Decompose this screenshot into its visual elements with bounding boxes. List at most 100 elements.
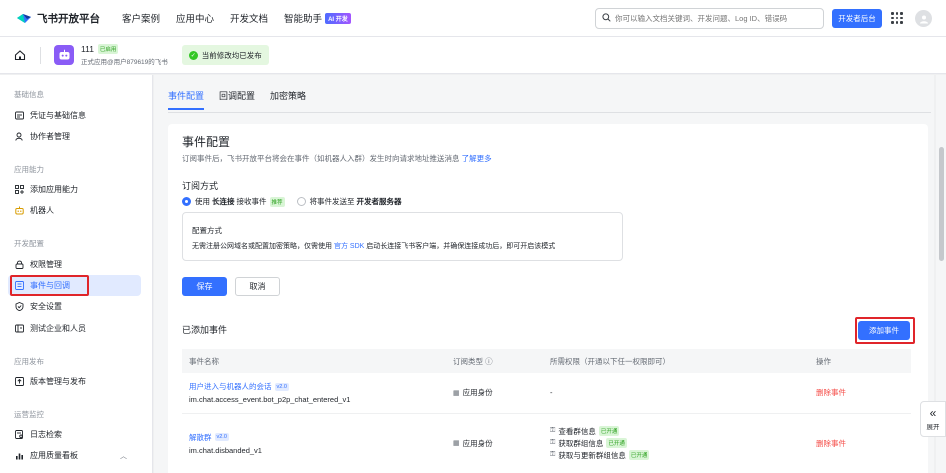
permission-label: 查看群信息 bbox=[558, 426, 596, 436]
tabs-divider bbox=[168, 112, 931, 113]
tab-bar: 事件配置 回调配置 加密策略 bbox=[168, 89, 321, 110]
sidebar-item-label: 凭证与基础信息 bbox=[30, 111, 86, 120]
search-icon bbox=[602, 13, 611, 24]
app-grid-icon[interactable] bbox=[891, 12, 903, 24]
sidebar-item-label: 机器人 bbox=[30, 206, 54, 215]
learn-more-link[interactable]: 了解更多 bbox=[462, 154, 492, 163]
sidebar-item-label: 应用质量看板 bbox=[30, 451, 78, 460]
perm-cell: ⚿ 查看群信息 已开通 ⚿ 获取群组信息 已开通 ⚿ 获取与更新群组信息 已开通 bbox=[543, 413, 809, 473]
robot-icon bbox=[15, 206, 24, 215]
sidebar-group-publish: 应用发布 bbox=[14, 357, 44, 366]
permission-label: 获取群组信息 bbox=[558, 438, 604, 448]
divider bbox=[40, 46, 41, 64]
sidebar-group-capability: 应用能力 bbox=[14, 165, 44, 174]
tab-callback-config[interactable]: 回调配置 bbox=[219, 89, 255, 110]
sidebar-item-quality-board[interactable]: 应用质量看板 ︿ bbox=[8, 445, 141, 466]
radio-developer-server[interactable] bbox=[296, 197, 306, 206]
top-nav: 飞书开放平台 客户案例 应用中心 开发文档 智能助手AI 开发 开发者后台 bbox=[0, 0, 946, 37]
col-actions: 操作 bbox=[809, 349, 911, 373]
user-avatar[interactable] bbox=[915, 10, 932, 27]
scrollbar-thumb[interactable] bbox=[939, 147, 944, 261]
event-name: 用户进入与机器人的会话 bbox=[189, 382, 272, 392]
sidebar-item-credentials[interactable]: 凭证与基础信息 bbox=[8, 105, 141, 126]
search-input[interactable] bbox=[615, 14, 815, 23]
save-button[interactable]: 保存 bbox=[182, 277, 227, 296]
lock-icon bbox=[15, 260, 24, 269]
type-cell: ▦ 应用身份 bbox=[446, 413, 543, 473]
table-row: 用户进入与机器人的会话 v2.0 im.chat.access_event.bot… bbox=[182, 373, 911, 414]
dev-console-button[interactable]: 开发者后台 bbox=[832, 9, 882, 28]
option2-bold: 开发者服务器 bbox=[356, 197, 402, 206]
config-method-title: 配置方式 bbox=[192, 226, 222, 235]
sidebar-item-version[interactable]: 版本管理与发布 bbox=[8, 371, 141, 392]
nav-link-cases[interactable]: 客户案例 bbox=[122, 11, 160, 25]
subscribe-method-title: 订阅方式 bbox=[182, 181, 219, 191]
robot-face-icon bbox=[59, 49, 69, 60]
type-cell: ▦ 应用身份 bbox=[446, 373, 543, 414]
permission-item: ⚿ 获取与更新群组信息 已开通 bbox=[550, 449, 809, 461]
col-permissions: 所需权限（开通以下任一权限即可） bbox=[543, 349, 809, 373]
expand-panel-button[interactable]: « 展开 bbox=[920, 401, 946, 437]
option1-pre: 使用 bbox=[195, 197, 210, 206]
nav-links: 客户案例 应用中心 开发文档 智能助手 AI 开发 bbox=[122, 11, 367, 25]
feishu-logo-icon bbox=[16, 12, 32, 24]
event-name-link[interactable]: 用户进入与机器人的会话 v2.0 bbox=[189, 381, 446, 392]
option1-bold: 长连接 bbox=[212, 197, 235, 206]
enabled-badge: 已开通 bbox=[606, 438, 627, 448]
type-label: 应用身份 bbox=[462, 438, 493, 448]
nav-link-app-center[interactable]: 应用中心 bbox=[176, 11, 214, 25]
app-avatar bbox=[54, 45, 74, 65]
sidebar-item-bot[interactable]: 机器人 bbox=[8, 200, 141, 221]
tab-encryption[interactable]: 加密策略 bbox=[270, 89, 306, 110]
nav-link-assistant[interactable]: 智能助手 AI 开发 bbox=[284, 11, 351, 25]
sidebar-item-label: 版本管理与发布 bbox=[30, 377, 86, 386]
col-subscribe-type-label: 订阅类型 bbox=[453, 356, 483, 366]
permission-item: ⚿ 查看群信息 已开通 bbox=[550, 425, 809, 437]
event-name: 解散群 bbox=[189, 432, 212, 442]
sidebar-item-label: 权限管理 bbox=[30, 260, 62, 269]
app-identity-icon: ▦ bbox=[453, 389, 460, 397]
sidebar-item-log-search[interactable]: 日志检索 bbox=[8, 424, 141, 445]
tab-event-config[interactable]: 事件配置 bbox=[168, 89, 205, 110]
help-icon[interactable]: ⓘ bbox=[485, 357, 493, 366]
version-icon bbox=[15, 377, 24, 386]
delete-event-button[interactable]: 删除事件 bbox=[816, 388, 846, 397]
sidebar-item-security[interactable]: 安全设置 bbox=[8, 296, 141, 317]
sidebar-item-label: 测试企业和人员 bbox=[30, 324, 86, 333]
publish-status-text: 当前修改均已发布 bbox=[201, 50, 262, 60]
event-key: im.chat.access_event.bot_p2p_chat_entere… bbox=[189, 395, 351, 405]
chart-icon bbox=[15, 451, 24, 460]
sidebar-item-collaborators[interactable]: 协作者管理 bbox=[8, 126, 141, 147]
type-label: 应用身份 bbox=[462, 388, 493, 398]
sidebar-group-monitor: 运营监控 bbox=[14, 410, 44, 419]
shield-icon bbox=[15, 302, 24, 311]
delete-event-button[interactable]: 删除事件 bbox=[816, 439, 846, 448]
search-box[interactable] bbox=[595, 8, 824, 29]
event-name-link[interactable]: 解散群 v2.0 bbox=[189, 432, 446, 443]
version-badge: v2.0 bbox=[214, 433, 229, 441]
col-event-name: 事件名称 bbox=[182, 349, 446, 373]
home-icon[interactable] bbox=[14, 49, 26, 61]
test-icon bbox=[15, 324, 24, 333]
radio-long-connection[interactable] bbox=[182, 197, 191, 206]
sidebar-item-test-enterprise[interactable]: 测试企业和人员 bbox=[8, 318, 141, 339]
key-icon: ⚿ bbox=[550, 439, 556, 446]
official-sdk-link[interactable]: 官方 SDK bbox=[334, 243, 364, 250]
highlight-box-add-event bbox=[855, 317, 915, 344]
nav-link-docs[interactable]: 开发文档 bbox=[230, 11, 268, 25]
section-title: 事件配置 bbox=[182, 135, 231, 149]
chevron-up-icon[interactable]: ︿ bbox=[120, 451, 127, 461]
logo-text: 飞书开放平台 bbox=[37, 12, 100, 25]
sidebar-item-add-capability[interactable]: 添加应用能力 bbox=[8, 179, 141, 200]
sidebar-item-permissions[interactable]: 权限管理 bbox=[8, 254, 141, 275]
cfg-text-post: 启动长连接飞书客户端，并确保连接成功后，即可开启该模式 bbox=[366, 243, 556, 250]
cancel-button[interactable]: 取消 bbox=[235, 277, 280, 296]
permission-item: ⚿ 获取群组信息 已开通 bbox=[550, 437, 809, 449]
event-key: im.chat.disbanded_v1 bbox=[189, 445, 262, 455]
key-icon: ⚿ bbox=[550, 451, 556, 458]
ai-badge: AI 开发 bbox=[325, 12, 351, 24]
logo[interactable]: 飞书开放平台 bbox=[16, 11, 100, 26]
option2-pre: 将事件发送至 bbox=[309, 197, 355, 206]
enabled-badge: 已开通 bbox=[628, 450, 650, 460]
person-icon bbox=[15, 132, 24, 141]
